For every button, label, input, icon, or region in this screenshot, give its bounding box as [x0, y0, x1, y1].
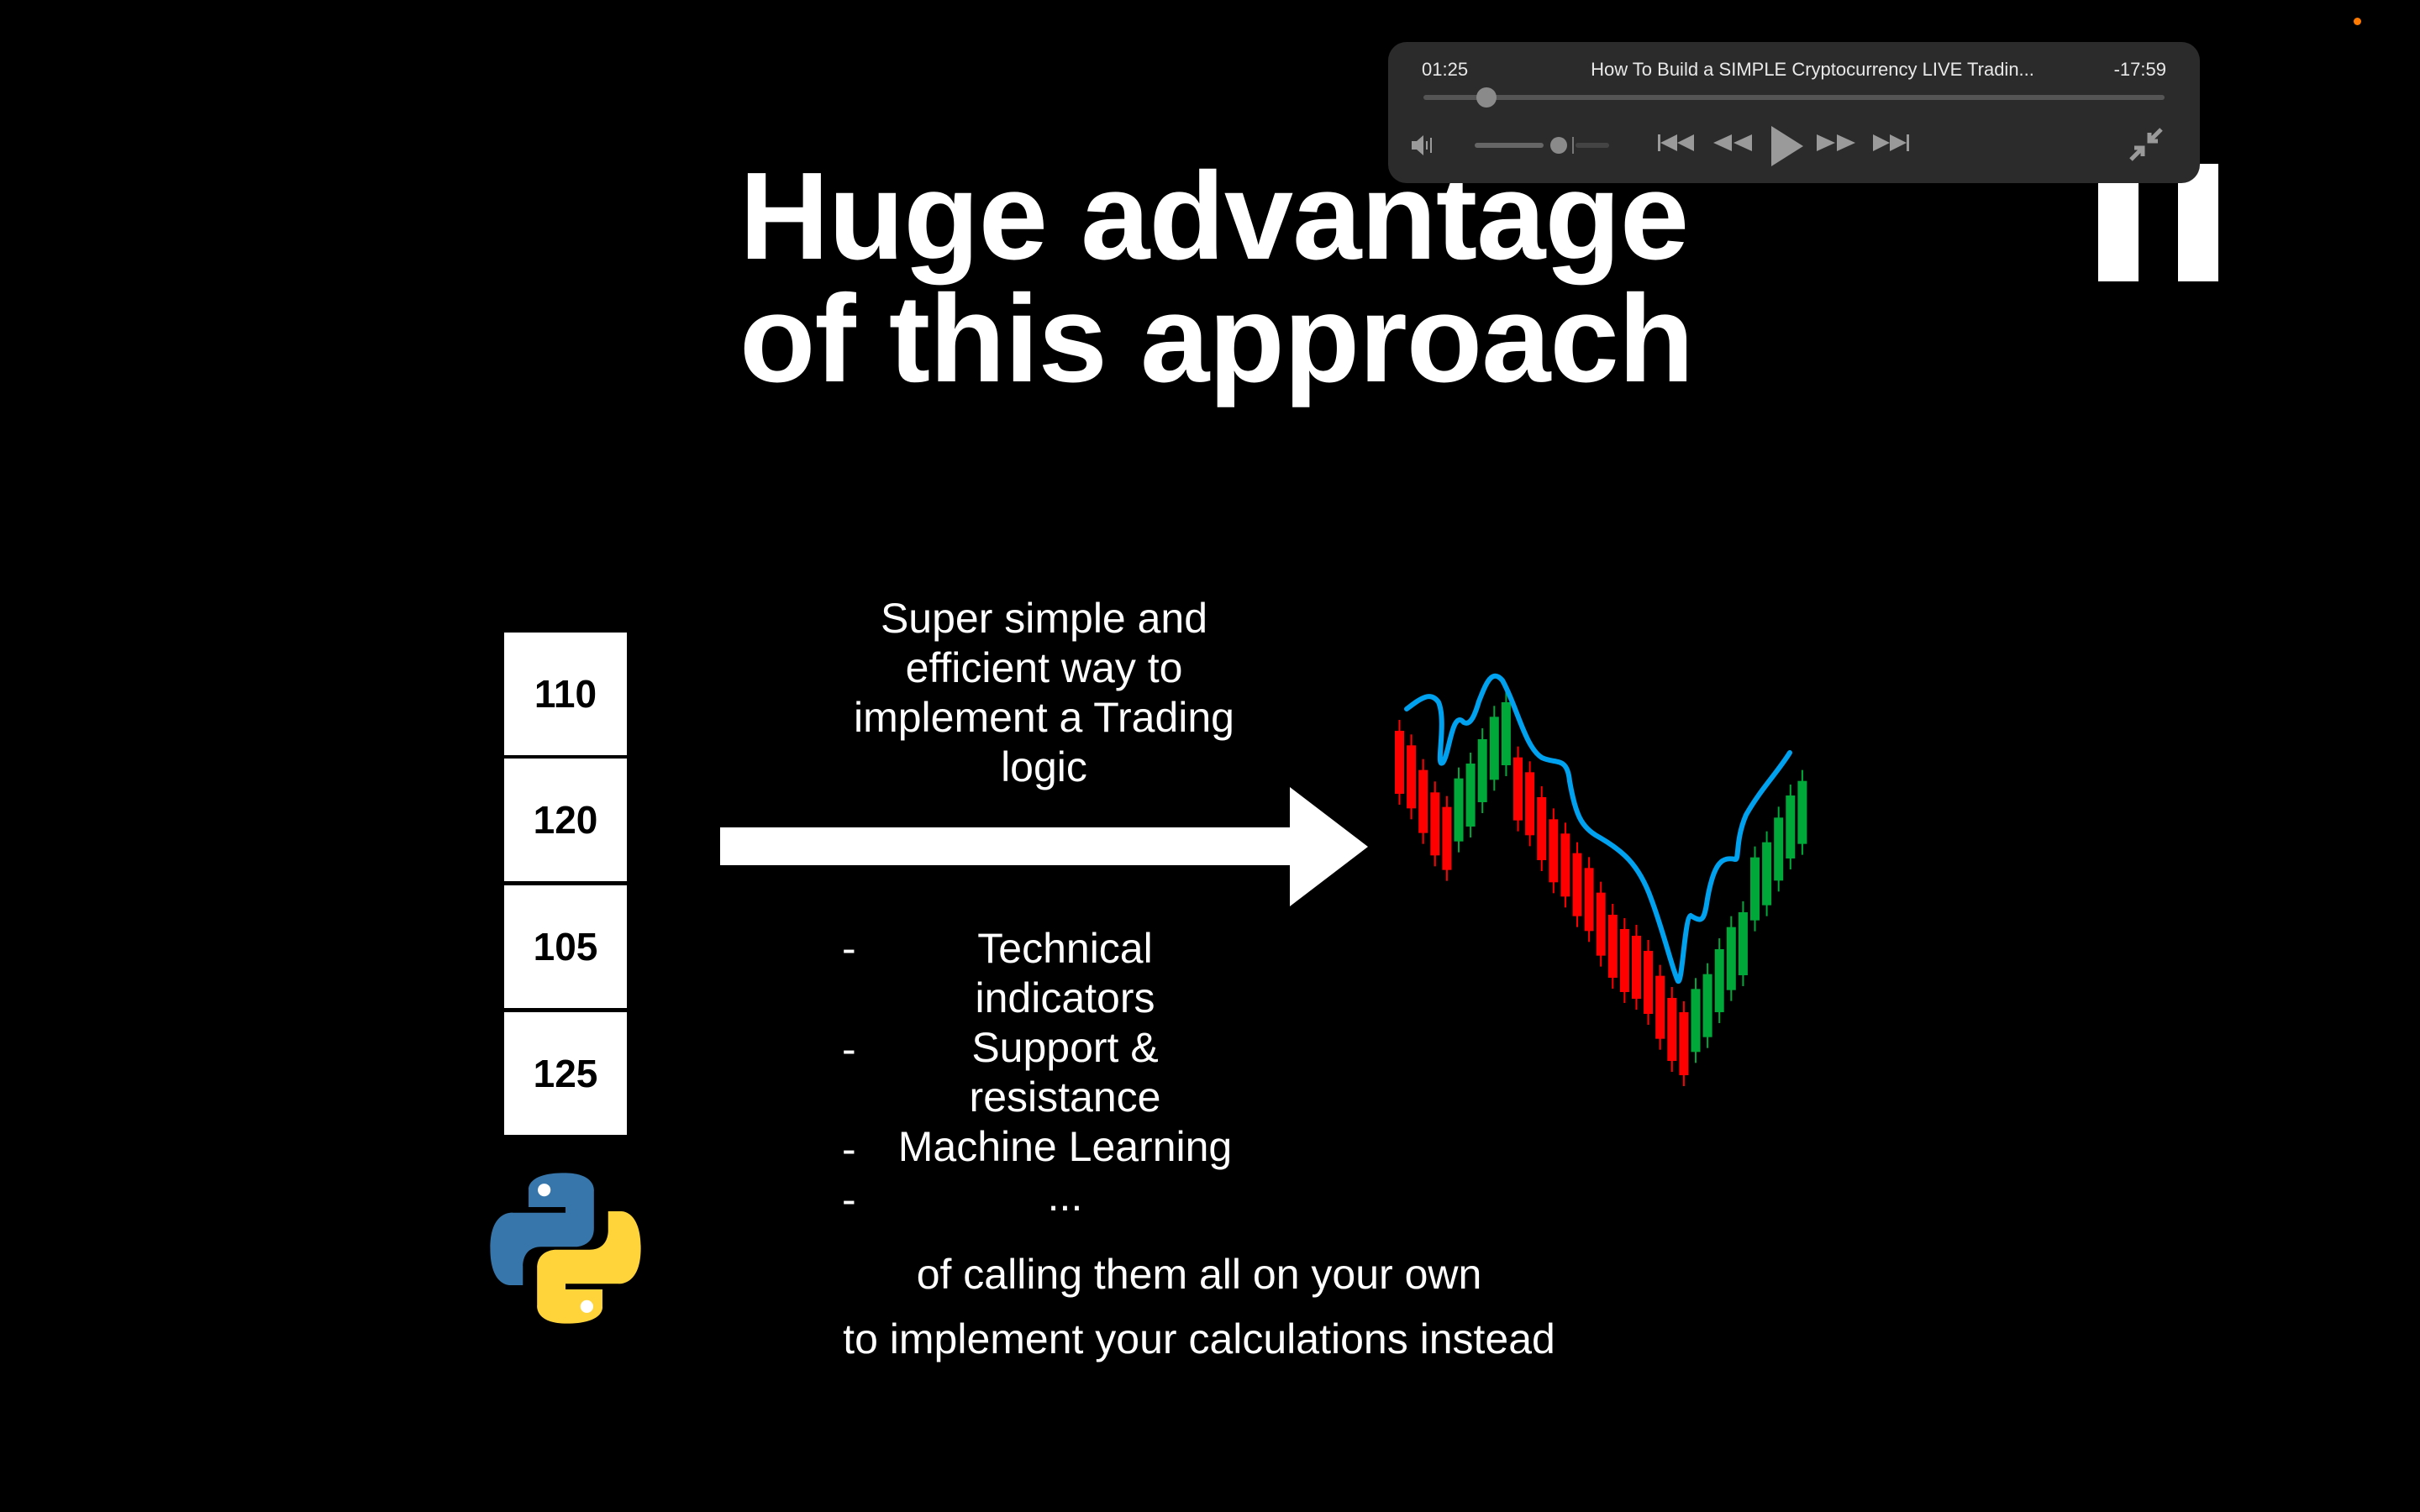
caption-line: Super simple and [880, 595, 1208, 642]
bullish-candle [1702, 963, 1712, 1048]
video-title: How To Build a SIMPLE Cryptocurrency LIV… [1591, 59, 2034, 80]
list-dash: - [842, 1126, 856, 1173]
bullish-candle [1750, 846, 1760, 932]
bearish-candle [1407, 734, 1417, 820]
list-item: resistance [969, 1074, 1161, 1121]
bullish-candle [1786, 785, 1796, 869]
skip-back-icon[interactable] [1657, 126, 1704, 160]
feature-list: Technical indicators Support & resistanc… [874, 924, 1256, 1221]
bullish-candle [1454, 767, 1464, 853]
progress-knob[interactable] [1476, 87, 1497, 108]
bearish-candle [1667, 987, 1677, 1072]
bullish-candle [1465, 753, 1476, 837]
volume-icon[interactable] [1410, 133, 1439, 158]
bullish-candle [1714, 938, 1724, 1023]
title-line-2: of this approach [739, 270, 1694, 408]
data-box-4: 125 [504, 1012, 627, 1135]
fast-forward-icon[interactable] [1815, 126, 1860, 160]
bearish-candle [1442, 795, 1452, 881]
right-arrow-icon [720, 787, 1368, 906]
bearish-candle [1395, 720, 1404, 805]
video-player-overlay[interactable]: 01:25 How To Build a SIMPLE Cryptocurren… [1388, 42, 2200, 183]
bearish-candle [1655, 964, 1665, 1050]
list-dash: - [842, 1176, 856, 1223]
volume-knob[interactable] [1550, 137, 1567, 154]
exit-fullscreen-icon[interactable] [2128, 126, 2165, 163]
list-item: Technical [977, 925, 1153, 972]
bullish-candle [1501, 691, 1511, 776]
bearish-candle [1679, 1001, 1689, 1086]
list-dash: - [842, 1026, 856, 1073]
list-item: Support & [971, 1024, 1159, 1071]
bullish-candle [1726, 916, 1736, 1001]
arrow-caption: Super simple and efficient way to implem… [840, 594, 1248, 792]
bearish-candle [1549, 808, 1559, 894]
bearish-candle [1560, 822, 1570, 908]
bearish-candle [1537, 786, 1547, 871]
remaining-time: -17:59 [2113, 59, 2166, 80]
bearish-candle [1596, 881, 1606, 967]
list-dash: - [842, 925, 856, 972]
bullish-candle [1477, 728, 1487, 813]
progress-scrubber[interactable] [1423, 87, 2165, 108]
caption-line: implement a Trading [853, 694, 1234, 741]
bullish-candle [1738, 901, 1748, 986]
list-item: indicators [975, 974, 1155, 1021]
bearish-candle [1619, 918, 1629, 1003]
candlestick-chart-illustration [1395, 673, 1807, 1086]
list-item: ... [1047, 1173, 1083, 1220]
data-box-3: 105 [504, 885, 627, 1008]
bearish-candle [1572, 842, 1582, 927]
bearish-candle [1418, 759, 1428, 844]
list-item: Machine Learning [897, 1123, 1233, 1170]
data-box-1: 110 [504, 633, 627, 755]
bullish-candle [1762, 831, 1772, 916]
python-logo-icon [490, 1173, 641, 1324]
bottom-line-1: of calling them all on your own [916, 1251, 1482, 1298]
slide-title: Huge advantage of this approach [739, 155, 1694, 408]
bearish-candle [1430, 781, 1440, 867]
recording-indicator [2354, 18, 2361, 25]
bearish-candle [1644, 940, 1654, 1025]
caption-line: efficient way to [905, 644, 1183, 691]
play-icon[interactable] [1768, 124, 1805, 170]
elapsed-time: 01:25 [1422, 59, 1469, 80]
bearish-candle [1584, 857, 1594, 942]
bearish-candle [1607, 904, 1618, 989]
bullish-candle [1797, 769, 1807, 855]
bullish-candle [1489, 706, 1499, 791]
bearish-candle [1513, 746, 1523, 832]
rewind-icon[interactable] [1712, 126, 1757, 160]
bottom-line-2: to implement your calculations instead [843, 1315, 1555, 1362]
bearish-candle [1632, 925, 1641, 1010]
data-box-2: 120 [504, 759, 627, 881]
skip-forward-icon[interactable] [1871, 126, 1918, 160]
bullish-candle [1774, 806, 1784, 892]
bearish-candle [1525, 761, 1535, 847]
bullish-candle [1691, 978, 1701, 1063]
volume-slider[interactable] [1475, 137, 1609, 154]
